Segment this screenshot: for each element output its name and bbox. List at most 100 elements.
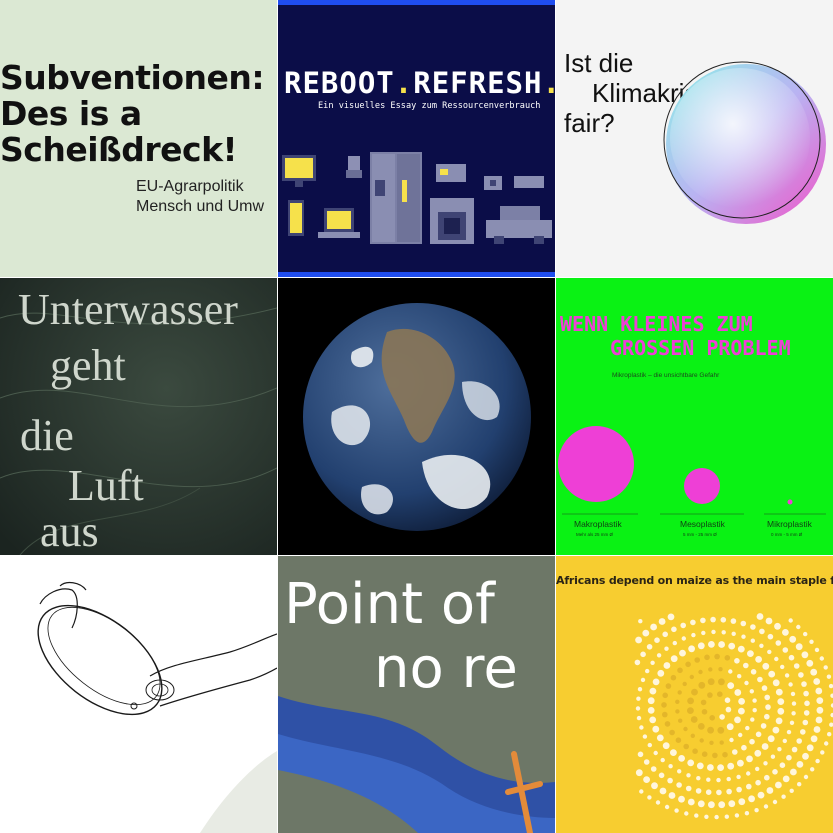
maize-dot — [750, 717, 755, 722]
maize-dot — [755, 731, 762, 738]
maize-dot — [656, 734, 664, 742]
maize-dot — [738, 732, 743, 738]
tile-mikroplastik[interactable]: WENN KLEINES ZUM GROSSEN PROBLEM Mikropl… — [556, 278, 833, 555]
maize-dot — [810, 668, 818, 676]
maize-dot — [662, 631, 668, 638]
maize-dot — [655, 800, 661, 805]
maize-dot — [689, 674, 694, 680]
maize-dot — [775, 781, 782, 789]
maize-dot — [636, 715, 642, 721]
maize-dot — [791, 746, 798, 753]
maize-dot — [747, 650, 754, 657]
tile-reboot-refresh[interactable]: REBOOT.REFRESH.R Ein visuelles Essay zum… — [278, 0, 555, 277]
maize-dot — [662, 711, 668, 718]
maize-dot — [640, 677, 646, 683]
maize-dot — [650, 660, 655, 665]
maize-dot — [745, 725, 750, 731]
tile-klimakrise[interactable]: Ist die Klimakrise fair? — [556, 0, 833, 277]
maize-dot — [752, 708, 757, 713]
maize-dot — [800, 729, 806, 735]
maize-dot — [763, 761, 768, 766]
maize-dot — [642, 734, 648, 739]
maize-dot — [686, 773, 691, 778]
maize-dot — [779, 762, 786, 768]
tile-unterwasser[interactable]: Unterwasser geht die Luft aus — [0, 278, 277, 555]
earth-globe-image — [303, 303, 531, 531]
tile-earth[interactable] — [278, 278, 555, 555]
maize-dot — [728, 669, 733, 674]
tile-title: Subventionen: Des is a Scheißdreck! — [0, 58, 265, 169]
maize-dot — [683, 726, 688, 732]
maize-dot — [649, 716, 657, 724]
maize-dot — [647, 707, 655, 714]
maize-dot — [782, 738, 787, 744]
maize-dot — [679, 649, 686, 657]
maize-dot — [695, 788, 702, 794]
maize-dot — [710, 616, 716, 623]
maize-dot — [772, 726, 780, 734]
maize-dot — [729, 737, 734, 743]
maize-dot — [738, 707, 745, 715]
maize-dot — [722, 751, 728, 758]
maize-dot — [709, 740, 714, 745]
maize-dot — [829, 722, 833, 727]
maize-dot — [714, 814, 719, 820]
tile-subventionen[interactable]: Subventionen: Des is a Scheißdreck! EU-A… — [0, 0, 277, 277]
maize-dot — [708, 641, 715, 648]
gamepad-icon — [514, 176, 544, 188]
maize-dot — [782, 629, 789, 636]
maize-dot — [789, 635, 797, 643]
maize-dot — [701, 751, 708, 757]
maize-dot — [803, 774, 809, 780]
maize-dot — [718, 641, 725, 648]
maize-dot — [647, 742, 652, 748]
maize-dot — [775, 717, 783, 725]
bottom-bar — [278, 272, 555, 277]
title-line: no re — [374, 636, 518, 701]
maize-dot — [718, 801, 726, 809]
maize-dot — [793, 663, 800, 669]
maize-dot — [678, 755, 685, 762]
maize-dot — [677, 690, 682, 695]
maize-dot — [770, 754, 776, 759]
tile-point-of-no-return[interactable]: Point of no re — [278, 556, 555, 833]
maize-dot — [634, 659, 641, 666]
maize-dot — [765, 617, 773, 625]
maize-dot — [698, 669, 703, 675]
monitor-icon — [282, 155, 316, 187]
maize-dot — [772, 679, 780, 687]
category-size: 0 mm - 5 mm Ø — [771, 532, 803, 537]
maize-dot — [777, 747, 782, 752]
maize-dot — [688, 645, 695, 653]
maize-dot — [635, 636, 642, 644]
maize-dot — [667, 777, 673, 784]
title-line: Point of — [284, 572, 495, 637]
maize-dot — [690, 619, 696, 626]
maize-dot — [700, 617, 706, 624]
maize-dot — [791, 711, 796, 716]
maize-dot — [827, 732, 832, 737]
maize-dot — [706, 777, 711, 782]
maize-dot — [716, 777, 721, 783]
maize-dot — [637, 687, 643, 692]
maize-dot — [728, 800, 736, 808]
maize-dot — [759, 643, 764, 648]
maize-dot — [737, 674, 742, 679]
maize-dot — [766, 787, 774, 794]
maize-dot — [724, 697, 731, 703]
maize-dot — [639, 725, 644, 730]
top-bar — [278, 0, 555, 5]
maize-dot — [801, 681, 807, 687]
maize-dot — [797, 782, 802, 787]
maize-dot — [802, 719, 809, 726]
gradient-orb-illustration — [663, 61, 826, 224]
tile-subtitle: Ein visuelles Essay zum Ressourcenverbra… — [318, 101, 541, 111]
tile-maize[interactable]: Africans depend on maize as the main sta… — [556, 556, 833, 833]
plastic-size-illustration — [558, 426, 826, 515]
maize-dot — [714, 653, 720, 660]
tile-hand-drawing[interactable] — [0, 556, 277, 833]
maize-dot — [717, 691, 723, 697]
maize-dot — [712, 752, 718, 759]
maize-dot — [755, 766, 760, 772]
maize-dot — [661, 702, 667, 708]
